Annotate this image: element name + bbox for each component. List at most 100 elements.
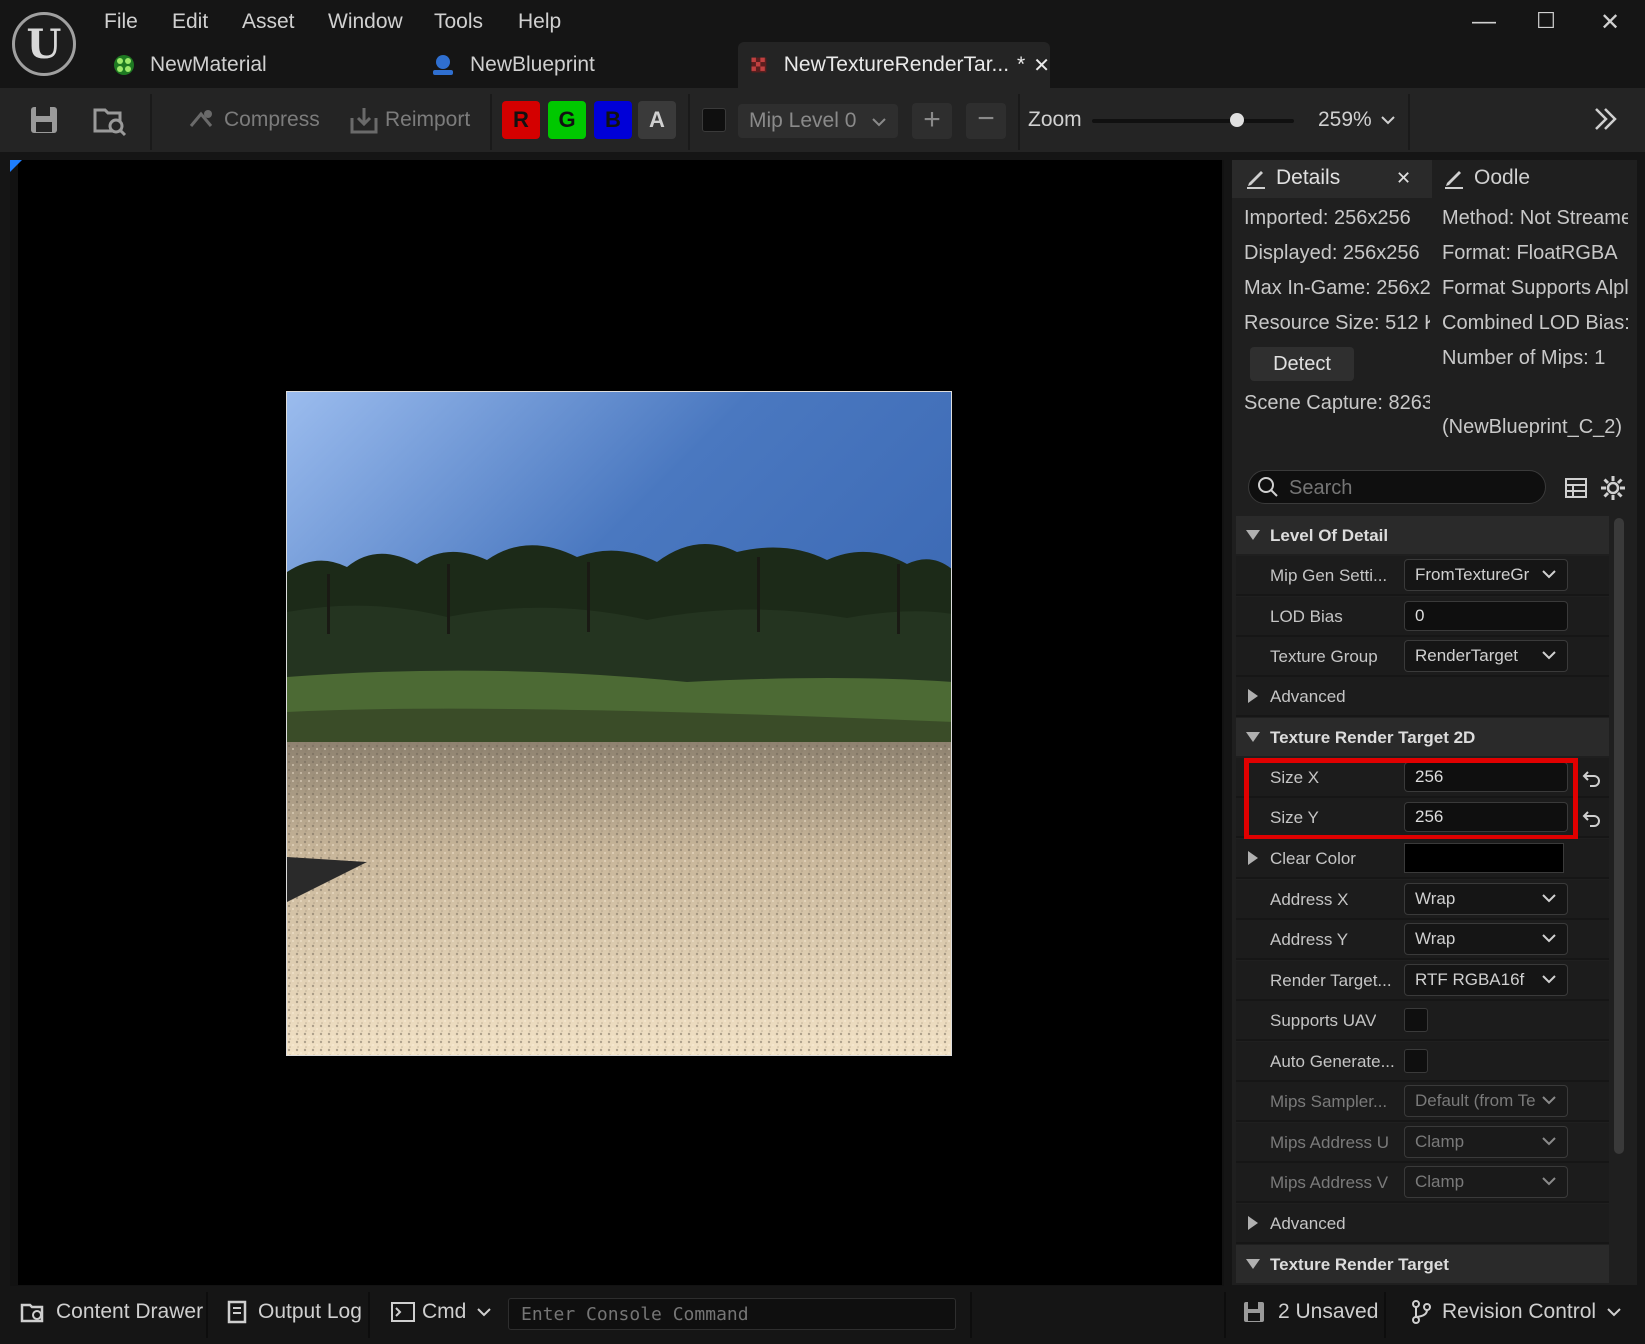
mip-decrease-button[interactable]: − bbox=[966, 103, 1006, 139]
lod-bias-input[interactable]: 0 bbox=[1404, 601, 1568, 631]
statusbar-separator bbox=[1224, 1292, 1226, 1338]
channel-a-button[interactable]: A bbox=[638, 101, 676, 139]
property-address-y: Address Y Wrap bbox=[1236, 920, 1609, 960]
chevron-down-icon bbox=[1542, 651, 1556, 660]
clear-color-swatch[interactable] bbox=[1404, 843, 1564, 873]
auto-generate-mips-checkbox[interactable] bbox=[1404, 1049, 1428, 1073]
toolbar-separator bbox=[490, 94, 492, 150]
menu-asset[interactable]: Asset bbox=[236, 8, 301, 36]
zoom-dropdown[interactable]: 259% bbox=[1318, 108, 1396, 132]
texture-group-dropdown[interactable]: RenderTarget bbox=[1404, 640, 1568, 672]
unreal-logo-icon[interactable]: U bbox=[12, 12, 76, 76]
statusbar-separator bbox=[368, 1292, 370, 1338]
property-label: Mips Sampler... bbox=[1270, 1092, 1388, 1111]
corner-marker-icon bbox=[10, 160, 22, 172]
render-target-format-dropdown[interactable]: RTF RGBA16f bbox=[1404, 964, 1568, 996]
property-address-x: Address X Wrap bbox=[1236, 880, 1609, 920]
cmd-label: Cmd bbox=[422, 1300, 467, 1323]
content-drawer-button[interactable]: Content Drawer bbox=[20, 1300, 203, 1324]
tab-texture-render-target[interactable]: NewTextureRenderTar... * ✕ bbox=[738, 42, 1050, 88]
tab-oodle[interactable]: Oodle bbox=[1474, 166, 1530, 190]
output-log-icon bbox=[227, 1300, 247, 1324]
close-window-icon[interactable]: ✕ bbox=[1588, 8, 1632, 37]
close-tab-icon[interactable]: ✕ bbox=[1033, 53, 1050, 78]
address-y-dropdown[interactable]: Wrap bbox=[1404, 923, 1568, 955]
menu-file[interactable]: File bbox=[98, 8, 144, 36]
output-log-label: Output Log bbox=[258, 1300, 362, 1323]
menu-tools[interactable]: Tools bbox=[428, 8, 489, 36]
browse-asset-icon[interactable] bbox=[92, 102, 128, 138]
supports-uav-checkbox[interactable] bbox=[1404, 1008, 1428, 1032]
category-texture-render-target-2d[interactable]: Texture Render Target 2D bbox=[1236, 718, 1609, 756]
property-advanced-trt2d[interactable]: Advanced bbox=[1236, 1204, 1609, 1244]
mip-increase-button[interactable]: + bbox=[912, 103, 952, 139]
menu-edit[interactable]: Edit bbox=[166, 8, 214, 36]
category-texture-render-target[interactable]: Texture Render Target bbox=[1236, 1245, 1609, 1283]
reimport-button[interactable]: Reimport bbox=[385, 108, 470, 132]
mip-level-dropdown[interactable]: Mip Level 0 bbox=[738, 104, 898, 138]
close-details-icon[interactable]: ✕ bbox=[1396, 168, 1411, 189]
mip-level-checkbox[interactable] bbox=[702, 108, 726, 132]
reset-to-default-icon[interactable] bbox=[1582, 768, 1602, 788]
console-command-input[interactable] bbox=[508, 1298, 956, 1330]
output-log-button[interactable]: Output Log bbox=[226, 1300, 362, 1324]
collapsed-arrow-icon[interactable] bbox=[1248, 851, 1258, 865]
menu-window[interactable]: Window bbox=[322, 8, 409, 36]
unsaved-indicator: * bbox=[1017, 53, 1026, 76]
settings-gear-icon[interactable] bbox=[1600, 475, 1626, 501]
expanded-arrow-icon bbox=[1246, 1259, 1260, 1269]
mip-gen-dropdown[interactable]: FromTextureGr bbox=[1404, 559, 1568, 591]
menu-help[interactable]: Help bbox=[512, 8, 567, 36]
chevron-down-icon bbox=[1542, 894, 1556, 903]
revision-control-button[interactable]: Revision Control bbox=[1410, 1300, 1622, 1324]
property-advanced-lod[interactable]: Advanced bbox=[1236, 677, 1609, 717]
annotation-highlight-box bbox=[1244, 758, 1578, 840]
chevron-down-icon bbox=[1542, 934, 1556, 943]
maximize-icon[interactable]: ☐ bbox=[1524, 8, 1568, 34]
detect-button[interactable]: Detect bbox=[1250, 347, 1354, 381]
dropdown-value: Clamp bbox=[1415, 1132, 1465, 1151]
expand-toolbar-icon[interactable] bbox=[1590, 104, 1620, 134]
collapsed-arrow-icon bbox=[1248, 1216, 1258, 1230]
info-resource-size: Resource Size: 512 K bbox=[1244, 312, 1430, 334]
category-level-of-detail[interactable]: Level Of Detail bbox=[1236, 516, 1609, 554]
channel-b-button[interactable]: B bbox=[594, 101, 632, 139]
property-label: Mip Gen Setti... bbox=[1270, 566, 1388, 585]
property-label: Address X bbox=[1270, 890, 1349, 909]
address-x-dropdown[interactable]: Wrap bbox=[1404, 883, 1568, 915]
collapsed-arrow-icon bbox=[1248, 689, 1258, 703]
tab-new-blueprint[interactable]: NewBlueprint bbox=[430, 44, 595, 86]
minimize-icon[interactable]: — bbox=[1462, 8, 1506, 36]
chevron-down-icon bbox=[1542, 1137, 1556, 1146]
details-scrollbar[interactable] bbox=[1614, 518, 1624, 1154]
unsaved-button[interactable]: 2 Unsaved bbox=[1242, 1300, 1378, 1324]
chevron-down-icon bbox=[1607, 1308, 1621, 1317]
tab-new-material[interactable]: NewMaterial bbox=[112, 44, 267, 86]
compress-button[interactable]: Compress bbox=[224, 108, 320, 132]
property-mips-sampler: Mips Sampler... Default (from Te bbox=[1236, 1082, 1609, 1122]
expanded-arrow-icon bbox=[1246, 530, 1260, 540]
render-target-preview bbox=[286, 391, 952, 1056]
details-search[interactable] bbox=[1248, 470, 1546, 504]
dropdown-value: FromTextureGr bbox=[1415, 565, 1530, 584]
channel-g-button[interactable]: G bbox=[548, 101, 586, 139]
reset-to-default-icon[interactable] bbox=[1582, 808, 1602, 828]
save-icon[interactable] bbox=[28, 104, 60, 136]
property-auto-generate-mips: Auto Generate... bbox=[1236, 1042, 1609, 1082]
property-render-target-format: Render Target... RTF RGBA16f bbox=[1236, 961, 1609, 1001]
search-icon bbox=[1258, 477, 1278, 497]
table-view-icon[interactable] bbox=[1564, 476, 1588, 500]
cmd-dropdown[interactable]: Cmd bbox=[390, 1300, 492, 1324]
tab-label: NewMaterial bbox=[150, 53, 267, 76]
info-displayed: Displayed: 256x256 bbox=[1244, 242, 1420, 264]
property-mip-gen-settings: Mip Gen Setti... FromTextureGr bbox=[1236, 556, 1609, 596]
search-input[interactable] bbox=[1287, 474, 1531, 502]
channel-r-button[interactable]: R bbox=[502, 101, 540, 139]
chevron-down-icon bbox=[1542, 570, 1556, 579]
toolbar-separator bbox=[688, 94, 690, 150]
chevron-down-icon bbox=[1381, 116, 1395, 125]
zoom-slider[interactable] bbox=[1092, 113, 1294, 127]
dropdown-value: Wrap bbox=[1415, 929, 1456, 948]
property-lod-bias: LOD Bias 0 bbox=[1236, 597, 1609, 637]
content-drawer-label: Content Drawer bbox=[56, 1300, 204, 1323]
